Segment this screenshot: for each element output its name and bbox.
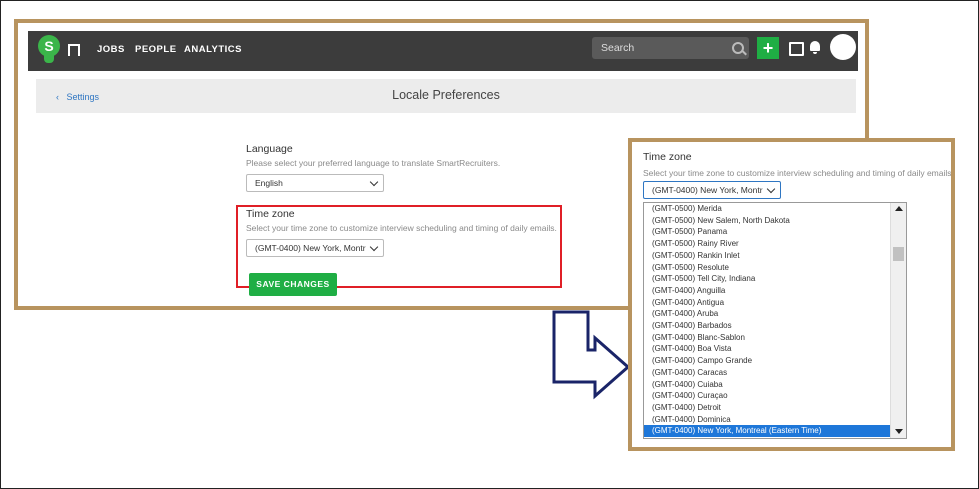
chevron-down-icon (369, 242, 379, 252)
search-input[interactable] (592, 37, 722, 59)
search-box (592, 37, 749, 59)
chevron-down-icon (766, 184, 776, 194)
zoom-timezone-help: Select your time zone to customize inter… (643, 168, 954, 178)
timezone-option[interactable]: (GMT-0400) Anguilla (644, 285, 890, 297)
logo-icon[interactable]: S (38, 35, 60, 67)
timezone-option[interactable]: (GMT-0500) Panama (644, 226, 890, 238)
nav-analytics[interactable]: ANALYTICS (184, 44, 242, 55)
page-header: ‹ Settings Locale Preferences (36, 79, 856, 113)
timezone-option[interactable]: (GMT-0400) Antigua (644, 297, 890, 309)
language-label: Language (246, 143, 293, 155)
timezone-option[interactable]: (GMT-0500) New Salem, North Dakota (644, 215, 890, 227)
timezone-option[interactable]: (GMT-0500) Rankin Inlet (644, 250, 890, 262)
nav-jobs[interactable]: JOBS (97, 44, 125, 55)
timezone-label: Time zone (246, 208, 295, 220)
nav-people[interactable]: PEOPLE (135, 44, 177, 55)
timezone-option[interactable]: (GMT-0400) Curaçao (644, 390, 890, 402)
dropdown-scrollbar[interactable] (890, 203, 906, 438)
zoom-timezone-label: Time zone (643, 151, 692, 163)
search-icon[interactable] (732, 42, 744, 54)
inbox-icon[interactable] (789, 42, 804, 56)
scroll-thumb[interactable] (893, 247, 904, 261)
logo-letter: S (38, 35, 60, 57)
language-help: Please select your preferred language to… (246, 158, 501, 168)
timezone-option[interactable]: (GMT-0500) Tell City, Indiana (644, 273, 890, 285)
scroll-down-icon[interactable] (895, 429, 903, 434)
timezone-option[interactable]: (GMT-0400) Boa Vista (644, 343, 890, 355)
zoom-timezone-select-value: (GMT-0400) New York, Montr (652, 185, 763, 195)
add-icon[interactable]: + (757, 37, 779, 59)
timezone-help: Select your time zone to customize inter… (246, 223, 557, 233)
timezone-option[interactable]: (GMT-0400) Barbados (644, 320, 890, 332)
bell-icon[interactable] (810, 41, 820, 54)
timezone-option[interactable]: (GMT-0400) Cuiaba (644, 379, 890, 391)
timezone-option[interactable]: (GMT-0400) Blanc-Sablon (644, 332, 890, 344)
bookmark-icon[interactable] (68, 44, 80, 56)
timezone-option[interactable]: (GMT-0500) Merida (644, 203, 890, 215)
top-navigation-bar: S JOBS PEOPLE ANALYTICS + (28, 31, 858, 71)
chevron-down-icon (369, 177, 379, 187)
avatar[interactable] (830, 34, 856, 60)
timezone-option[interactable]: (GMT-0400) Campo Grande (644, 355, 890, 367)
timezone-option[interactable]: (GMT-0400) Aruba (644, 308, 890, 320)
language-select-value: English (255, 178, 283, 188)
timezone-option[interactable]: (GMT-0400) Detroit (644, 402, 890, 414)
logo-stem (44, 55, 54, 63)
timezone-option[interactable]: (GMT-0400) Caracas (644, 367, 890, 379)
timezone-option[interactable]: (GMT-0500) Rainy River (644, 238, 890, 250)
scroll-up-icon[interactable] (895, 206, 903, 211)
arrow-icon (552, 310, 631, 400)
language-select[interactable]: English (246, 174, 384, 192)
timezone-select-value: (GMT-0400) New York, Montr (255, 243, 366, 253)
timezone-option[interactable]: (GMT-0500) Resolute (644, 262, 890, 274)
timezone-dropdown-list: (GMT-0500) Merida (GMT-0500) New Salem, … (643, 202, 907, 439)
timezone-option[interactable]: (GMT-0400) Dominica (644, 414, 890, 426)
zoom-timezone-select[interactable]: (GMT-0400) New York, Montr (643, 181, 781, 199)
page-title: Locale Preferences (392, 88, 500, 102)
zoomed-dropdown-panel: Time zone Select your time zone to custo… (628, 138, 955, 451)
timezone-option-selected[interactable]: (GMT-0400) New York, Montreal (Eastern T… (644, 425, 890, 437)
timezone-select[interactable]: (GMT-0400) New York, Montr (246, 239, 384, 257)
save-changes-button[interactable]: SAVE CHANGES (249, 273, 337, 296)
